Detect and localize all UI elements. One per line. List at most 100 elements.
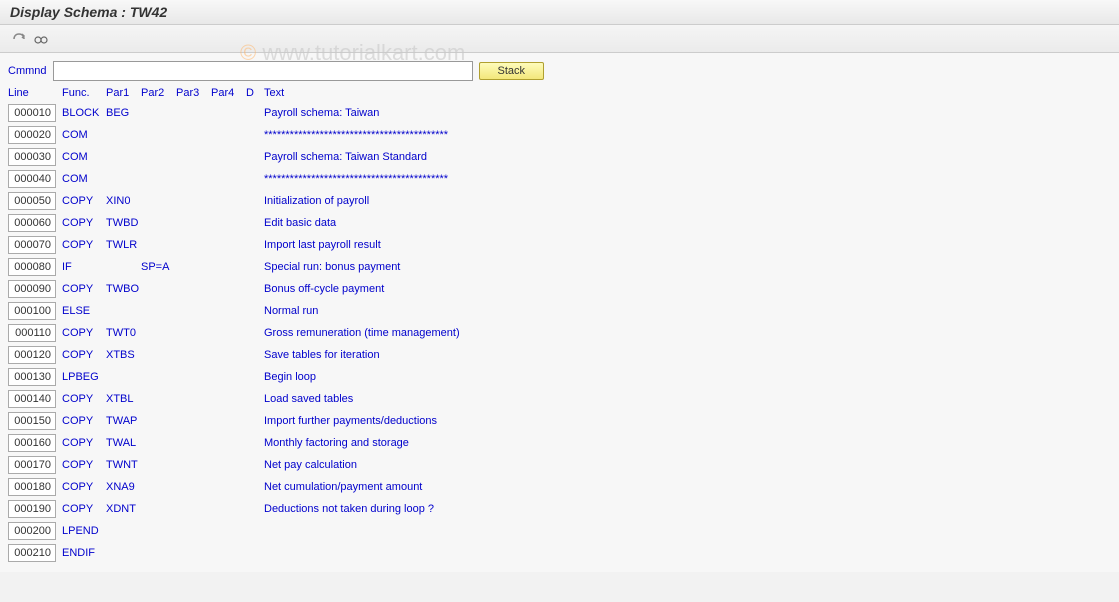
line-number-box[interactable]: 000160 — [8, 434, 56, 452]
schema-body: 000010BLOCKBEGPayroll schema: Taiwan0000… — [8, 102, 1111, 564]
line-number-box[interactable]: 000010 — [8, 104, 56, 122]
table-row: 000130 LPBEG Begin loop — [8, 366, 1111, 388]
toolbar — [0, 25, 1119, 53]
cell-text: Net pay calculation — [264, 459, 1111, 471]
col-header-d: D — [246, 87, 264, 99]
line-number-box[interactable]: 000150 — [8, 412, 56, 430]
title-bar: Display Schema : TW42 — [0, 0, 1119, 25]
cell-func: COM — [62, 129, 106, 141]
line-number-box[interactable]: 000050 — [8, 192, 56, 210]
line-number-box[interactable]: 000200 — [8, 522, 56, 540]
cell-par1: TWNT — [106, 459, 141, 471]
cell-text: Net cumulation/payment amount — [264, 481, 1111, 493]
cell-par1: XDNT — [106, 503, 141, 515]
line-number-box[interactable]: 000120 — [8, 346, 56, 364]
cell-func: COPY — [62, 349, 106, 361]
table-row: 000010BLOCKBEGPayroll schema: Taiwan — [8, 102, 1111, 124]
line-number-box[interactable]: 000060 — [8, 214, 56, 232]
table-row: 000020 COM *******************************… — [8, 124, 1111, 146]
table-row: 000070COPYTWLRImport last payroll result — [8, 234, 1111, 256]
cell-text: Begin loop — [264, 371, 1111, 383]
cell-par1: XNA9 — [106, 481, 141, 493]
col-header-func: Func. — [62, 87, 106, 99]
line-number-box[interactable]: 000130 — [8, 368, 56, 386]
cell-func: COPY — [62, 239, 106, 251]
cell-text: Monthly factoring and storage — [264, 437, 1111, 449]
line-number-box[interactable]: 000170 — [8, 456, 56, 474]
table-row: 000050 COPYXIN0 Initialization of payroll — [8, 190, 1111, 212]
command-input[interactable] — [53, 61, 473, 81]
cell-func: LPBEG — [62, 371, 106, 383]
glasses-icon[interactable] — [32, 30, 50, 48]
cell-text: Deductions not taken during loop ? — [264, 503, 1111, 515]
cell-text: Special run: bonus payment — [264, 261, 1111, 273]
display-change-icon[interactable] — [10, 30, 28, 48]
cell-func: COPY — [62, 217, 106, 229]
command-row: Cmmnd Stack — [8, 61, 1111, 81]
line-number-box[interactable]: 000110 — [8, 324, 56, 342]
line-number-box[interactable]: 000090 — [8, 280, 56, 298]
cell-func: COPY — [62, 481, 106, 493]
table-row: 000120 COPYXTBS Save tables for iteration — [8, 344, 1111, 366]
line-number-box[interactable]: 000030 — [8, 148, 56, 166]
col-header-par1: Par1 — [106, 87, 141, 99]
cell-func: LPEND — [62, 525, 106, 537]
line-number-box[interactable]: 000040 — [8, 170, 56, 188]
line-number-box[interactable]: 000020 — [8, 126, 56, 144]
table-row: 000140COPYXTBLLoad saved tables — [8, 388, 1111, 410]
line-number-box[interactable]: 000210 — [8, 544, 56, 562]
cell-text: Payroll schema: Taiwan — [264, 107, 1111, 119]
cell-par1: TWBO — [106, 283, 141, 295]
table-row: 000160 COPYTWAL Monthly factoring and stor… — [8, 432, 1111, 454]
table-row: 000040COM*******************************… — [8, 168, 1111, 190]
cell-func: COPY — [62, 459, 106, 471]
cell-text: Initialization of payroll — [264, 195, 1111, 207]
line-number-box[interactable]: 000080 — [8, 258, 56, 276]
cell-func: ELSE — [62, 305, 106, 317]
cell-par1: XIN0 — [106, 195, 141, 207]
cell-text: Import further payments/deductions — [264, 415, 1111, 427]
col-header-line: Line — [8, 87, 62, 99]
cell-func: COM — [62, 173, 106, 185]
col-header-par2: Par2 — [141, 87, 176, 99]
cell-func: COPY — [62, 283, 106, 295]
schema-header: Line Func. Par1 Par2 Par3 Par4 D Text — [8, 87, 1111, 99]
line-number-box[interactable]: 000070 — [8, 236, 56, 254]
cell-text: Normal run — [264, 305, 1111, 317]
cell-func: COPY — [62, 503, 106, 515]
table-row: 000150COPYTWAPImport further payments/de… — [8, 410, 1111, 432]
cell-text: ****************************************… — [264, 129, 1111, 141]
content-area: Cmmnd Stack Line Func. Par1 Par2 Par3 Pa… — [0, 53, 1119, 572]
line-number-box[interactable]: 000100 — [8, 302, 56, 320]
cell-func: COPY — [62, 195, 106, 207]
cell-text: Bonus off-cycle payment — [264, 283, 1111, 295]
table-row: 000180 COPYXNA9 Net cumulation/payment amo… — [8, 476, 1111, 498]
cell-par1: TWBD — [106, 217, 141, 229]
table-row: 000170 COPYTWNT Net pay calculation — [8, 454, 1111, 476]
cell-func: COM — [62, 151, 106, 163]
table-row: 000060 COPYTWBD Edit basic data — [8, 212, 1111, 234]
table-row: 000080 IF SP=A Special run: bonus payment — [8, 256, 1111, 278]
cell-func: BLOCK — [62, 107, 106, 119]
cell-par1: TWAP — [106, 415, 141, 427]
cell-text: Import last payroll result — [264, 239, 1111, 251]
cell-par2: SP=A — [141, 261, 176, 273]
cell-text: Save tables for iteration — [264, 349, 1111, 361]
cell-func: IF — [62, 261, 106, 273]
line-number-box[interactable]: 000180 — [8, 478, 56, 496]
table-row: 000030 COM Payroll schema: Taiwan Standard — [8, 146, 1111, 168]
page-title: Display Schema : TW42 — [10, 4, 167, 20]
col-header-par4: Par4 — [211, 87, 246, 99]
line-number-box[interactable]: 000140 — [8, 390, 56, 408]
cell-par1: TWAL — [106, 437, 141, 449]
cell-func: ENDIF — [62, 547, 106, 559]
line-number-box[interactable]: 000190 — [8, 500, 56, 518]
cell-func: COPY — [62, 437, 106, 449]
stack-button[interactable]: Stack — [479, 62, 545, 80]
cell-text: Load saved tables — [264, 393, 1111, 405]
cell-text: Payroll schema: Taiwan Standard — [264, 151, 1111, 163]
table-row: 000110COPYTWT0Gross remuneration (time m… — [8, 322, 1111, 344]
cell-par1: XTBS — [106, 349, 141, 361]
table-row: 000100 ELSE Normal run — [8, 300, 1111, 322]
cell-text: Edit basic data — [264, 217, 1111, 229]
